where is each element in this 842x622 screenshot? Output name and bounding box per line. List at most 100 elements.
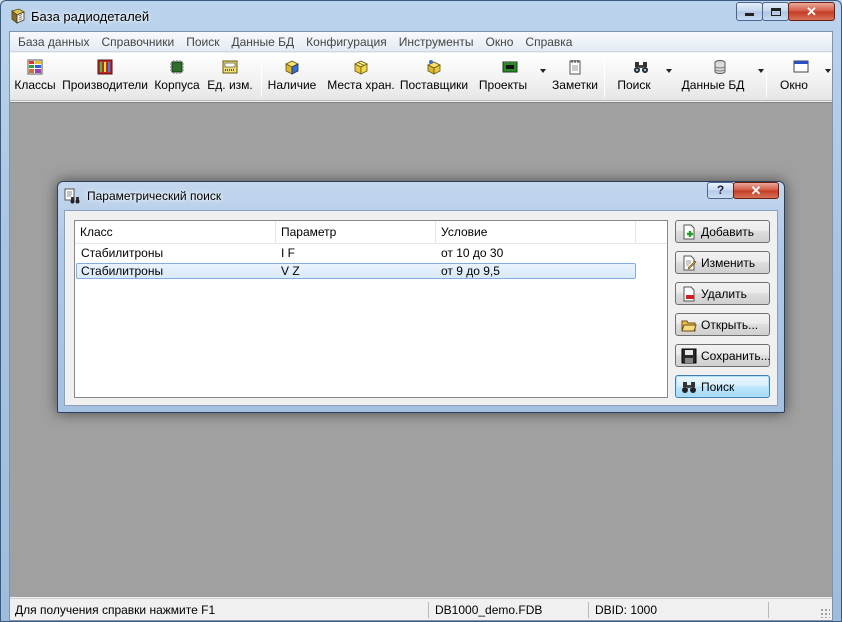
edit-button-label: Изменить xyxy=(701,255,756,270)
projects-board-icon xyxy=(502,61,518,73)
close-button[interactable]: ✕ xyxy=(788,2,835,21)
toolbar-window-label: Окно xyxy=(780,78,808,92)
chip-package-icon xyxy=(170,60,184,74)
units-icon xyxy=(222,60,238,74)
toolbar-dbdata-label: Данные БД xyxy=(681,78,745,92)
search-button[interactable]: Поиск xyxy=(675,375,770,398)
add-button[interactable]: Добавить xyxy=(675,220,770,243)
add-document-icon xyxy=(683,224,695,239)
menu-search[interactable]: Поиск xyxy=(180,32,225,52)
open-button-label: Открыть... xyxy=(701,317,759,332)
chevron-down-icon[interactable] xyxy=(758,69,764,73)
status-db-file: DB1000_demo.FDB xyxy=(435,603,543,617)
menu-window[interactable]: Окно xyxy=(480,32,520,52)
toolbar-dbdata-button[interactable]: Данные БД xyxy=(678,55,764,99)
edit-button[interactable]: Изменить xyxy=(675,251,770,274)
toolbar-window-button[interactable]: Окно xyxy=(773,55,831,99)
title-bar[interactable]: База радиодеталей ✕ xyxy=(1,1,841,31)
list-header: Класс Параметр Условие xyxy=(75,221,667,244)
toolbar-suppliers-label: Поставщики xyxy=(399,78,469,92)
toolbar-manufacturers-button[interactable]: Производители xyxy=(62,55,148,99)
toolbar-stock-label: Наличие xyxy=(267,78,317,92)
chevron-down-icon[interactable] xyxy=(666,69,672,73)
toolbar-packages-button[interactable]: Корпуса xyxy=(153,55,201,99)
dialog-help-button[interactable]: ? xyxy=(707,182,734,199)
save-button-label: Сохранить... xyxy=(701,348,771,363)
parametric-search-dialog: Параметрический поиск ? ✕ Класс Параметр… xyxy=(57,181,785,413)
dialog-title: Параметрический поиск xyxy=(87,189,222,203)
minimize-button[interactable] xyxy=(736,2,763,21)
delete-button[interactable]: Удалить xyxy=(675,282,770,305)
toolbar-projects-label: Проекты xyxy=(478,78,528,92)
manufacturers-icon xyxy=(97,59,113,75)
toolbar-projects-button[interactable]: Проекты xyxy=(476,55,546,99)
resize-grip[interactable] xyxy=(820,608,830,618)
chevron-down-icon[interactable] xyxy=(825,69,831,73)
delete-document-icon xyxy=(683,286,695,301)
column-header-condition[interactable]: Условие xyxy=(436,221,636,244)
main-window: База радиодеталей ✕ База данных Справочн… xyxy=(0,0,842,622)
status-dbid: DBID: 1000 xyxy=(595,603,658,617)
menu-configuration[interactable]: Конфигурация xyxy=(300,32,393,52)
toolbar-units-button[interactable]: Ед. изм. xyxy=(205,55,255,99)
floppy-disk-icon xyxy=(681,348,697,363)
caption-buttons: ✕ xyxy=(736,2,835,21)
classes-icon xyxy=(27,59,43,75)
toolbar-suppliers-button[interactable]: Поставщики xyxy=(399,55,469,99)
database-icon xyxy=(714,60,726,75)
list-row[interactable]: Стабилитроны I F от 10 до 30 xyxy=(76,246,636,262)
dialog-body: Класс Параметр Условие Стабилитроны I F … xyxy=(64,210,778,406)
minimize-icon xyxy=(745,13,754,16)
window-title: База радиодеталей xyxy=(31,9,150,24)
binoculars-icon xyxy=(634,62,648,73)
status-divider xyxy=(768,602,769,618)
cell-parameter: V Z xyxy=(281,264,300,278)
maximize-icon xyxy=(770,7,781,16)
suppliers-icon xyxy=(427,60,441,75)
edit-document-icon xyxy=(683,255,697,270)
menu-bar: База данных Справочники Поиск Данные БД … xyxy=(10,32,832,52)
cell-condition: от 10 до 30 xyxy=(441,246,504,260)
cell-class: Стабилитроны xyxy=(81,264,164,278)
chevron-down-icon[interactable] xyxy=(540,69,546,73)
app-book-icon xyxy=(11,8,25,24)
toolbar-separator xyxy=(766,59,767,97)
open-button[interactable]: Открыть... xyxy=(675,313,770,336)
binoculars-icon xyxy=(682,381,696,393)
save-button[interactable]: Сохранить... xyxy=(675,344,771,367)
toolbar-notes-button[interactable]: Заметки xyxy=(550,55,600,99)
list-row-selected[interactable]: Стабилитроны V Z от 9 до 9,5 xyxy=(76,263,636,279)
toolbar-search-button[interactable]: Поиск xyxy=(612,55,672,99)
delete-button-label: Удалить xyxy=(701,286,747,301)
column-header-class[interactable]: Класс xyxy=(75,221,276,244)
toolbar-notes-label: Заметки xyxy=(552,78,598,92)
toolbar-units-label: Ед. изм. xyxy=(207,78,253,92)
criteria-list[interactable]: Класс Параметр Условие Стабилитроны I F … xyxy=(74,220,668,398)
toolbar-storage-button[interactable]: Места хран. xyxy=(322,55,400,99)
open-folder-icon xyxy=(681,320,697,331)
menu-tools[interactable]: Инструменты xyxy=(393,32,480,52)
toolbar-stock-button[interactable]: Наличие xyxy=(266,55,318,99)
cell-class: Стабилитроны xyxy=(81,246,164,260)
toolbar-search-label: Поиск xyxy=(617,78,651,92)
dialog-close-button[interactable]: ✕ xyxy=(733,182,779,199)
menu-help[interactable]: Справка xyxy=(519,32,578,52)
close-icon: ✕ xyxy=(806,4,817,19)
toolbar-manufacturers-label: Производители xyxy=(62,78,148,92)
status-bar: Для получения справки нажмите F1 DB1000_… xyxy=(10,598,832,620)
parametric-search-icon xyxy=(64,188,80,204)
column-header-parameter[interactable]: Параметр xyxy=(276,221,436,244)
menu-database[interactable]: База данных xyxy=(12,32,95,52)
toolbar: Классы Производители Корпуса Ед. изм. На… xyxy=(10,53,832,101)
menu-db-data[interactable]: Данные БД xyxy=(225,32,300,52)
add-button-label: Добавить xyxy=(701,224,755,239)
stock-boxes-icon xyxy=(285,60,299,75)
menu-references[interactable]: Справочники xyxy=(95,32,180,52)
toolbar-classes-button[interactable]: Классы xyxy=(14,55,56,99)
storage-icon xyxy=(354,60,368,75)
status-help-text: Для получения справки нажмите F1 xyxy=(15,603,216,617)
cell-parameter: I F xyxy=(281,246,295,260)
toolbar-storage-label: Места хран. xyxy=(327,78,395,92)
status-divider xyxy=(428,602,429,618)
maximize-button[interactable] xyxy=(762,2,789,21)
